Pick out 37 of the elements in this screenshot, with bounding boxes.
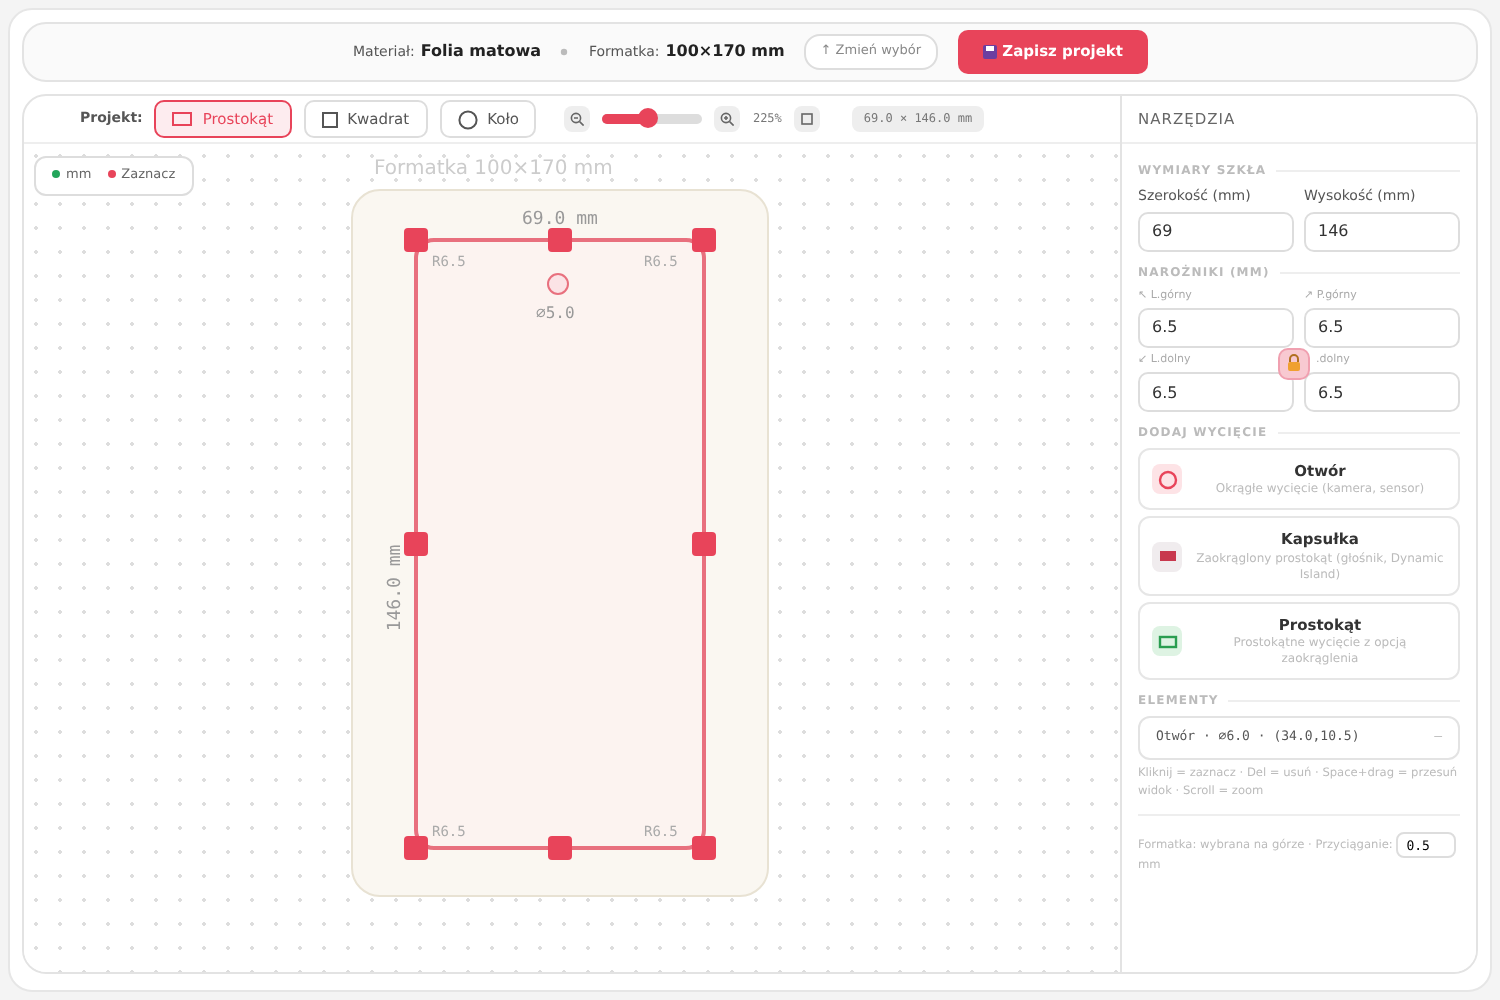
zoom-out-icon [570,112,585,126]
padlock-icon [1286,354,1302,372]
resize-handle[interactable] [404,532,428,556]
resize-handle[interactable] [548,228,572,252]
zoom-in-button[interactable] [714,106,741,132]
format-value: 100×170 mm [665,40,785,64]
height-field[interactable]: 146 [1304,211,1460,251]
zoom-out-button[interactable] [564,106,591,132]
height-dimension: 146.0 mm [386,544,406,632]
circle-icon [1157,469,1177,490]
corner-radius-field[interactable]: 6.5 [1304,372,1460,412]
resize-handle[interactable] [692,532,716,556]
zoom-thumb[interactable] [637,108,658,128]
width-dimension: 69.0 mm [522,210,598,230]
separator-dot-icon [560,48,569,56]
resize-handle[interactable] [692,228,716,252]
resize-handle[interactable] [692,836,716,860]
rectangle-icon [1157,631,1177,651]
glass-outline[interactable] [414,238,706,850]
fit-view-button[interactable] [793,106,820,132]
hole-diameter-label: ⌀5.0 [536,304,575,322]
width-field[interactable]: 69 [1138,211,1294,251]
circle-icon [457,109,478,129]
resize-handle[interactable] [548,836,572,860]
corner-radius-field[interactable]: 6.5 [1138,307,1294,348]
square-icon [321,111,338,127]
material-value: Folia matowa [420,40,541,64]
lock-button[interactable] [1278,347,1310,379]
rectangle-icon [172,112,193,126]
zoom-in-icon [720,112,735,126]
resize-handle[interactable] [404,836,428,860]
filled-rectangle-icon [1157,546,1177,567]
corner-radius-field[interactable]: 6.5 [1138,372,1294,412]
zoom-slider[interactable] [602,114,703,124]
corner-radius-field[interactable]: 6.5 [1304,307,1460,348]
resize-handle[interactable] [404,228,428,252]
frame-icon [799,112,814,126]
